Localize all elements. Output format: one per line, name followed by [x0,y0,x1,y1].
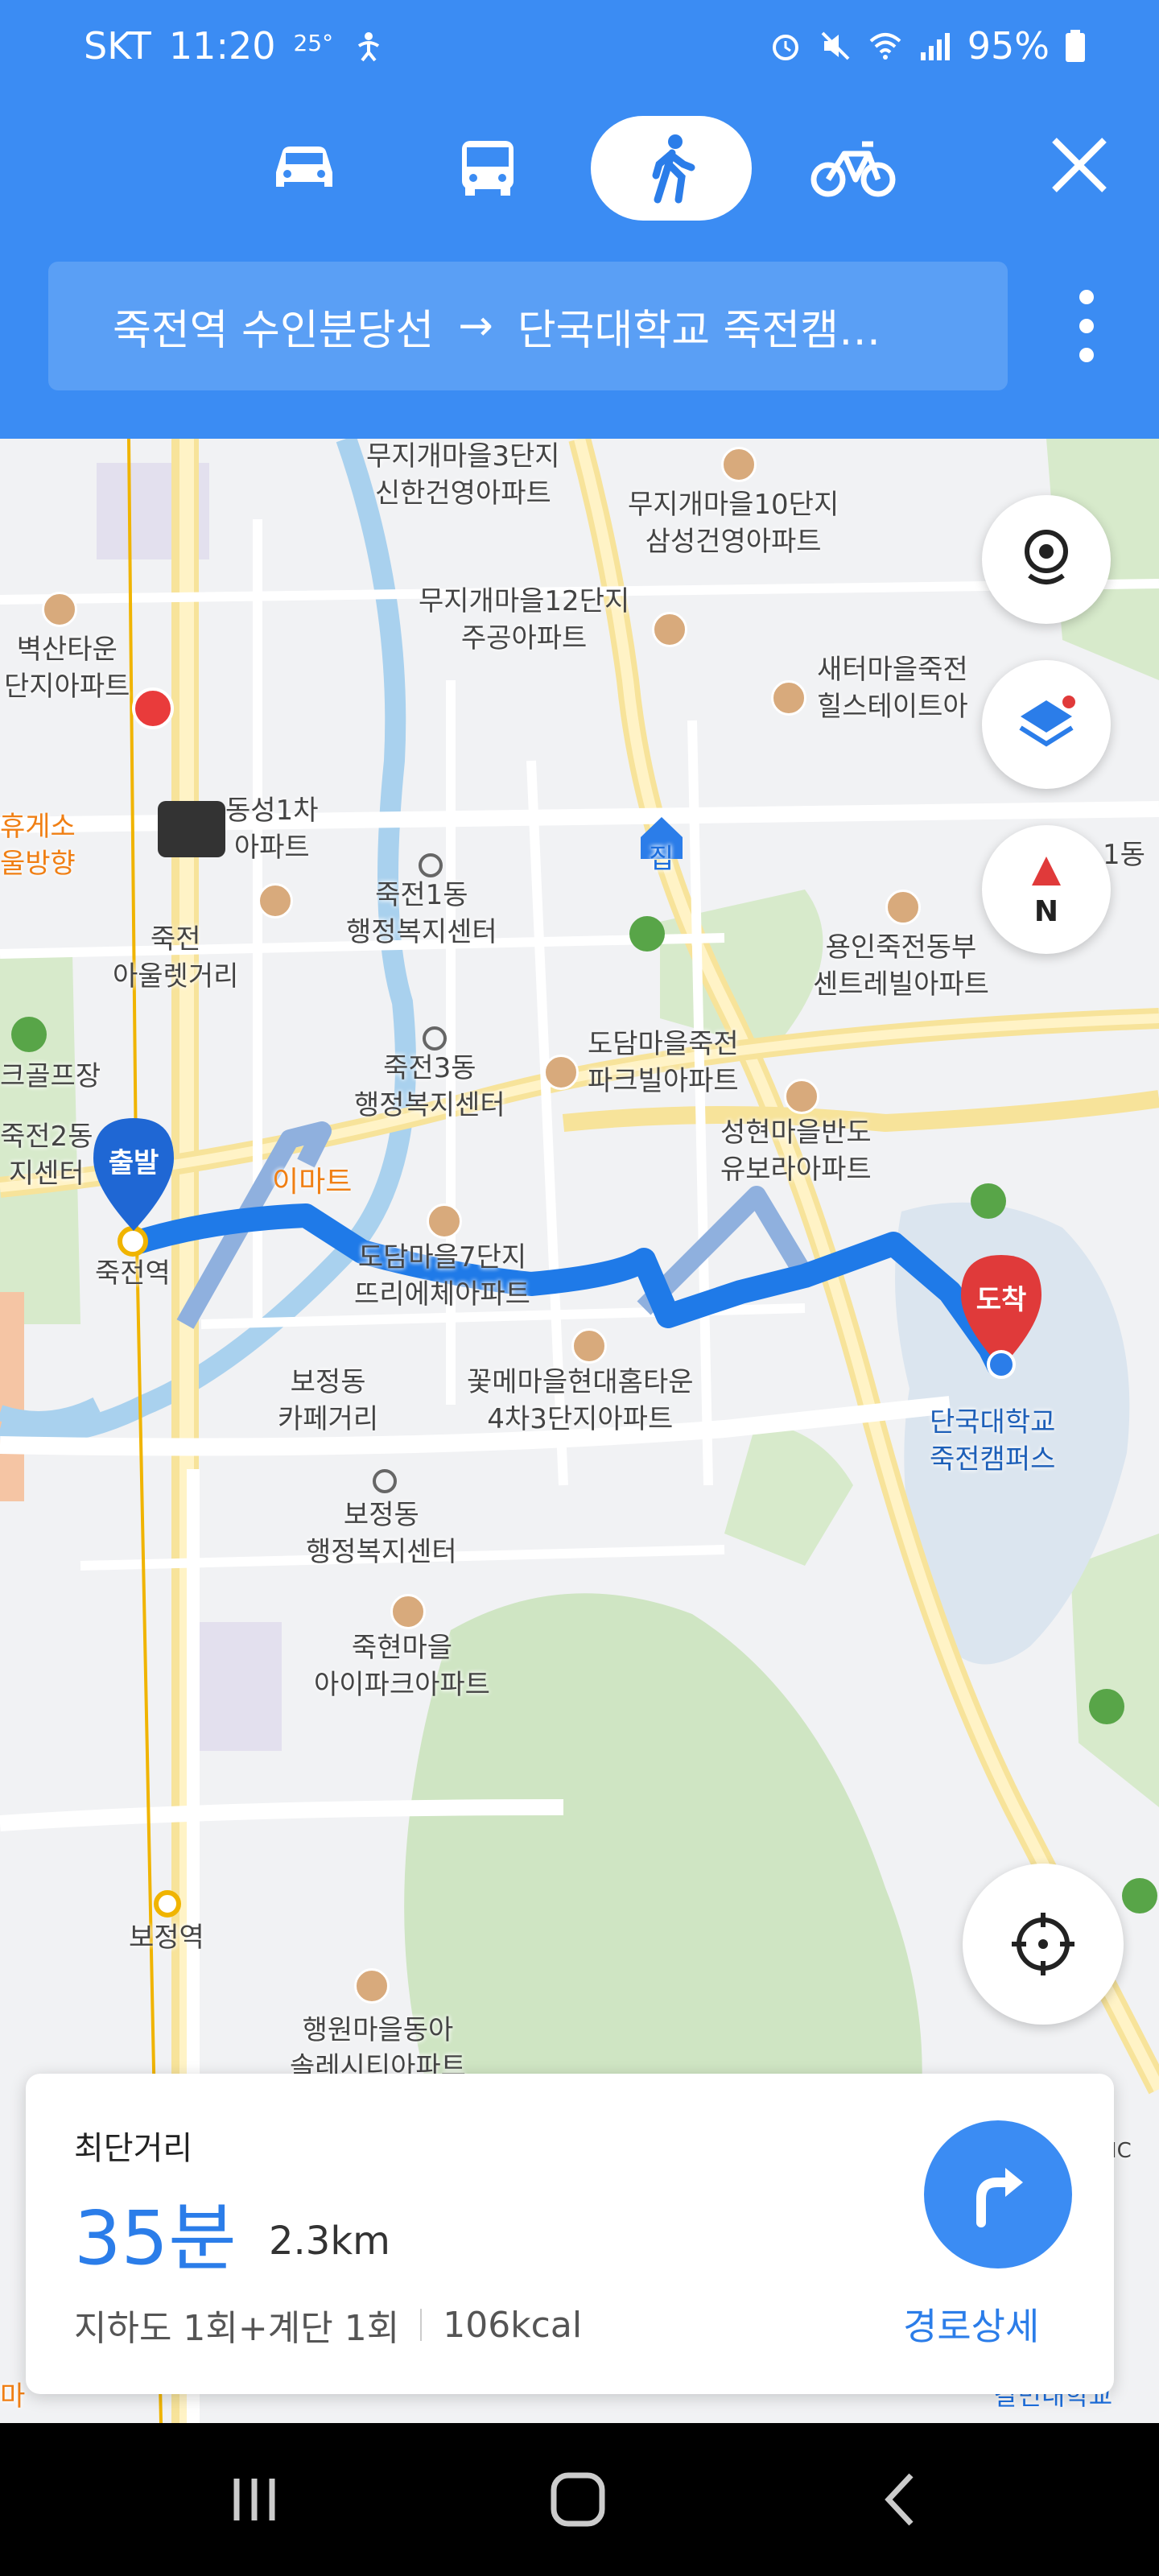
map-label: 무지개마을12단지 주공아파트 [419,585,630,654]
route-detail-label[interactable]: 경로상세 [903,2297,1039,2351]
layers-icon [1019,696,1075,747]
route-summary-bar[interactable]: 죽전역 수인분당선 → 단국대학교 죽전캠… [48,262,1008,390]
apartment-icon [771,680,806,716]
route-calories: 106kcal [443,2304,583,2346]
location-pin-icon [1025,530,1068,584]
tab-bike[interactable] [797,116,909,221]
start-marker-label: 출발 [108,1147,159,1179]
alarm-icon [772,35,798,60]
close-button[interactable] [1043,129,1116,201]
emart-label: 이마트 [272,1166,353,1199]
station-label: 죽전역 [95,1257,171,1290]
map-label: 죽전1동 행정복지센터 [346,879,497,948]
transport-mode-tabs [0,113,1159,225]
battery-level: 95% [967,24,1050,68]
map-label: 동성1차 아파트 [225,795,319,864]
apartment-icon [652,612,687,647]
street-view-button[interactable] [982,495,1111,624]
cctv-icon [158,801,225,857]
map-label: 용인죽전동부 센트레빌아파트 [813,931,989,1001]
signal-icon [920,33,950,60]
apartment-icon [390,1594,426,1629]
route-detail-button[interactable] [924,2120,1072,2268]
station-label: 보정역 [129,1922,204,1954]
apartment-icon [885,890,921,925]
apartment-icon [784,1079,819,1114]
map-label: 보정동 행정복지센터 [306,1499,457,1568]
apartment-icon [721,447,757,482]
route-type-label: 최단거리 [74,2130,193,2167]
apartment-icon [354,1968,390,2004]
temperature: 25° [293,29,334,56]
battery-icon [1066,30,1085,62]
accessibility-icon [358,32,380,62]
map-label: 벽산타운 단지아파트 [4,634,130,703]
back-button[interactable] [869,2467,934,2532]
map-label: 휴게소 울방향 [0,811,76,880]
car-icon [276,147,332,187]
origin-label: 죽전역 수인분당선 [113,306,435,355]
apartment-icon [258,883,293,919]
end-marker: 도착 [955,1252,1048,1381]
map-label: 도담마을7단지 뜨리에체아파트 [354,1241,530,1311]
route-arrow: → [458,302,493,350]
route-info-card[interactable]: 최단거리 35분 2.3km 지하도 1회+계단 1회 106kcal 경로상세 [26,2074,1114,2394]
layers-button[interactable] [982,660,1111,789]
my-location-button[interactable] [963,1864,1124,2025]
map-label: 죽전3동 행정복지센터 [354,1052,505,1121]
route-duration: 35분 [74,2195,237,2281]
route-obstacles: 지하도 1회+계단 1회 [74,2308,400,2349]
svg-text:N: N [1034,895,1058,926]
apartment-icon [571,1328,607,1364]
map-label: 성현마을반도 유보라아파트 [720,1117,872,1186]
map-label: 1동 [1103,839,1145,871]
home-label: 집 [649,843,674,875]
crosshair-icon [1012,1913,1074,1975]
end-marker-label: 도착 [975,1284,1027,1316]
compass-icon: N [1032,857,1061,926]
apartment-icon [543,1055,579,1090]
walk-icon [652,134,695,204]
recent-apps-button[interactable] [222,2467,287,2532]
map-label: 새터마을죽전 힐스테이트아 [817,654,968,723]
map-label: 꽃메마을현대홈타운 4차3단지아파트 [467,1366,694,1435]
system-nav-bar [0,2423,1159,2576]
map-label: 죽전 아울렛거리 [113,923,239,993]
bike-icon [810,141,896,197]
tab-car[interactable] [248,116,361,221]
tab-walk[interactable] [591,116,752,221]
destination-map-label: 단국대학교 죽전캠퍼스 [930,1406,1056,1476]
map-label: 크골프장 [0,1060,101,1092]
map-label: 무지개마을3단지 신한건영아파트 [366,440,560,510]
map-label: 마 [0,2380,26,2413]
carrier-label: SKT [84,24,151,68]
apartment-icon [427,1203,462,1239]
wifi-icon [869,33,901,60]
home-button[interactable] [546,2467,610,2532]
compass-button[interactable]: N [982,825,1111,954]
map-label: 보정동 카페거리 [278,1366,379,1435]
map-label: 죽전2동 지센터 [0,1121,93,1190]
apartment-icon [42,592,77,627]
more-options-button[interactable] [1070,290,1103,362]
top-header: SKT 11:20 25° 95% 죽전역 수인분당선 → 단국대학교 죽전캠… [0,0,1159,439]
map-label: 도담마을죽전 파크빌아파트 [588,1028,739,1097]
turn-right-arrow-icon [976,2168,1023,2227]
bus-icon [462,141,514,196]
map-label: 무지개마을10단지 삼성건영아파트 [628,489,839,558]
map-label: 죽현마을 아이파크아파트 [314,1632,490,1701]
close-icon [1052,138,1107,192]
tab-bus[interactable] [431,116,544,221]
mute-icon [821,31,850,60]
status-bar: SKT 11:20 25° 95% [0,0,1159,97]
route-details: 지하도 1회+계단 1회 106kcal [74,2299,582,2351]
destination-label: 단국대학교 죽전캠… [517,306,881,355]
divider [420,2309,423,2341]
clock: 11:20 [168,24,276,68]
start-marker: 출발 [87,1115,180,1236]
route-distance: 2.3km [269,2219,390,2264]
